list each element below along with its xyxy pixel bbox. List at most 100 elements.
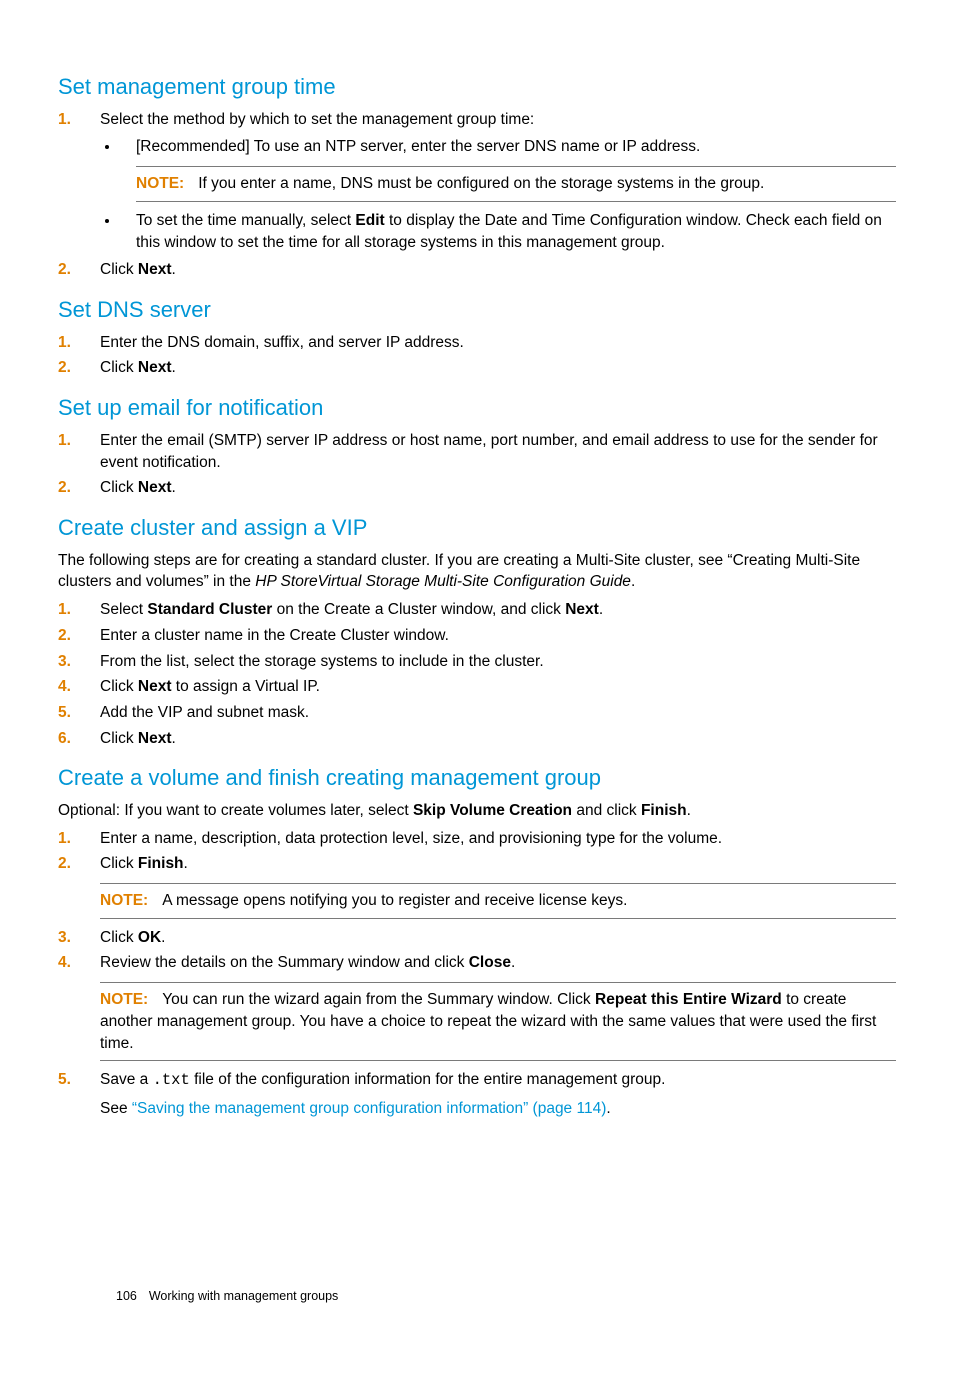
b: Standard Cluster (147, 601, 272, 618)
step-number: 5. (58, 1069, 71, 1091)
step-text: Enter the email (SMTP) server IP address… (100, 432, 878, 471)
step-number: 3. (58, 927, 71, 949)
note-label: NOTE: (136, 175, 184, 192)
step: 5. Save a .txt file of the configuration… (58, 1069, 896, 1119)
step-text: Select the method by which to set the ma… (100, 111, 534, 128)
t: Save a (100, 1071, 153, 1088)
t: . (172, 730, 176, 747)
cluster-intro: The following steps are for creating a s… (58, 550, 896, 593)
step-number: 3. (58, 651, 71, 673)
step-number: 1. (58, 332, 71, 354)
t: Optional: If you want to create volumes … (58, 802, 413, 819)
page-footer: 106Working with management groups (116, 1288, 338, 1306)
step: 2. Click Next. (58, 357, 896, 379)
t: Click (100, 929, 138, 946)
sub-bullets: [Recommended] To use an NTP server, ente… (100, 136, 896, 253)
bullet-item: To set the time manually, select Edit to… (120, 210, 896, 253)
t: . (172, 261, 176, 278)
step-number: 2. (58, 625, 71, 647)
t: . (161, 929, 165, 946)
bold-next: Next (138, 359, 172, 376)
heading-create-volume: Create a volume and finish creating mana… (58, 763, 896, 794)
step-number: 5. (58, 702, 71, 724)
step-number: 2. (58, 357, 71, 379)
b: Next (138, 678, 172, 695)
t: Select (100, 601, 147, 618)
step-text: Enter the DNS domain, suffix, and server… (100, 334, 464, 351)
t: To set the time manually, select (136, 212, 355, 229)
t: Click (100, 479, 138, 496)
step: 1. Enter the DNS domain, suffix, and serv… (58, 332, 896, 354)
step-number: 2. (58, 477, 71, 499)
xref-save-config[interactable]: “Saving the management group configurati… (132, 1100, 606, 1117)
step: 2. Enter a cluster name in the Create Clu… (58, 625, 896, 647)
heading-create-cluster: Create cluster and assign a VIP (58, 513, 896, 544)
page-number: 106 (116, 1289, 137, 1303)
steps-set-email: 1. Enter the email (SMTP) server IP addre… (58, 430, 896, 499)
b: Next (565, 601, 599, 618)
step: 4. Click Next to assign a Virtual IP. (58, 676, 896, 698)
t: See (100, 1100, 132, 1117)
note-box: NOTE: A message opens notifying you to re… (100, 883, 896, 919)
t: . (687, 802, 691, 819)
step: 1. Enter the email (SMTP) server IP addre… (58, 430, 896, 473)
t: . (184, 855, 188, 872)
note-label: NOTE: (100, 892, 148, 909)
heading-set-mgmt-time: Set management group time (58, 72, 896, 103)
b: Finish (641, 802, 687, 819)
t: . (172, 359, 176, 376)
step: 2. Click Next. (58, 259, 896, 281)
heading-set-email: Set up email for notification (58, 393, 896, 424)
t: . (606, 1100, 610, 1117)
bullet-item: [Recommended] To use an NTP server, ente… (120, 136, 896, 201)
t: Click (100, 678, 138, 695)
b: OK (138, 929, 161, 946)
bold-next: Next (138, 261, 172, 278)
t: Click (100, 730, 138, 747)
b: Repeat this Entire Wizard (595, 991, 782, 1008)
step: 1.Enter a name, description, data protec… (58, 828, 896, 850)
t: . (172, 479, 176, 496)
step: 4. Review the details on the Summary win… (58, 952, 896, 1061)
t: Click (100, 359, 138, 376)
note-text: If you enter a name, DNS must be configu… (198, 175, 764, 192)
step-text: From the list, select the storage system… (100, 653, 544, 670)
step: 3. Click OK. (58, 927, 896, 949)
step: 5. Add the VIP and subnet mask. (58, 702, 896, 724)
b: Next (138, 730, 172, 747)
volume-intro: Optional: If you want to create volumes … (58, 800, 896, 822)
t: to assign a Virtual IP. (172, 678, 321, 695)
t: file of the configuration information fo… (190, 1071, 666, 1088)
bold-edit: Edit (355, 212, 384, 229)
t: on the Create a Cluster window, and clic… (272, 601, 565, 618)
t: Click (100, 261, 138, 278)
t: . (511, 954, 515, 971)
step-text: Enter a cluster name in the Create Clust… (100, 627, 449, 644)
step-link: See “Saving the management group configu… (100, 1098, 896, 1120)
note-label: NOTE: (100, 991, 148, 1008)
step: 1. Select the method by which to set the… (58, 109, 896, 253)
note-box: NOTE: If you enter a name, DNS must be co… (136, 166, 896, 202)
step-number: 1. (58, 430, 71, 452)
step-number: 1. (58, 109, 71, 131)
steps-set-dns: 1. Enter the DNS domain, suffix, and serv… (58, 332, 896, 379)
step-text: Add the VIP and subnet mask. (100, 704, 309, 721)
steps-cluster: 1.Select Standard Cluster on the Create … (58, 599, 896, 749)
step-number: 6. (58, 728, 71, 750)
b: Skip Volume Creation (413, 802, 572, 819)
step-number: 2. (58, 853, 71, 875)
step: 3. From the list, select the storage syst… (58, 651, 896, 673)
mono-ext: .txt (153, 1071, 190, 1089)
step-number: 1. (58, 828, 71, 850)
b: Close (469, 954, 511, 971)
step: 6. Click Next. (58, 728, 896, 750)
steps-volume: 1.Enter a name, description, data protec… (58, 828, 896, 1120)
t: and click (572, 802, 641, 819)
book-title: HP StoreVirtual Storage Multi-Site Confi… (255, 573, 631, 590)
note-text: A message opens notifying you to registe… (162, 892, 627, 909)
bullet-text: [Recommended] To use an NTP server, ente… (136, 138, 700, 155)
step-number: 4. (58, 676, 71, 698)
note-box: NOTE:You can run the wizard again from t… (100, 982, 896, 1061)
t: . (631, 573, 635, 590)
step: 2. Click Finish. NOTE:A message opens no… (58, 853, 896, 918)
